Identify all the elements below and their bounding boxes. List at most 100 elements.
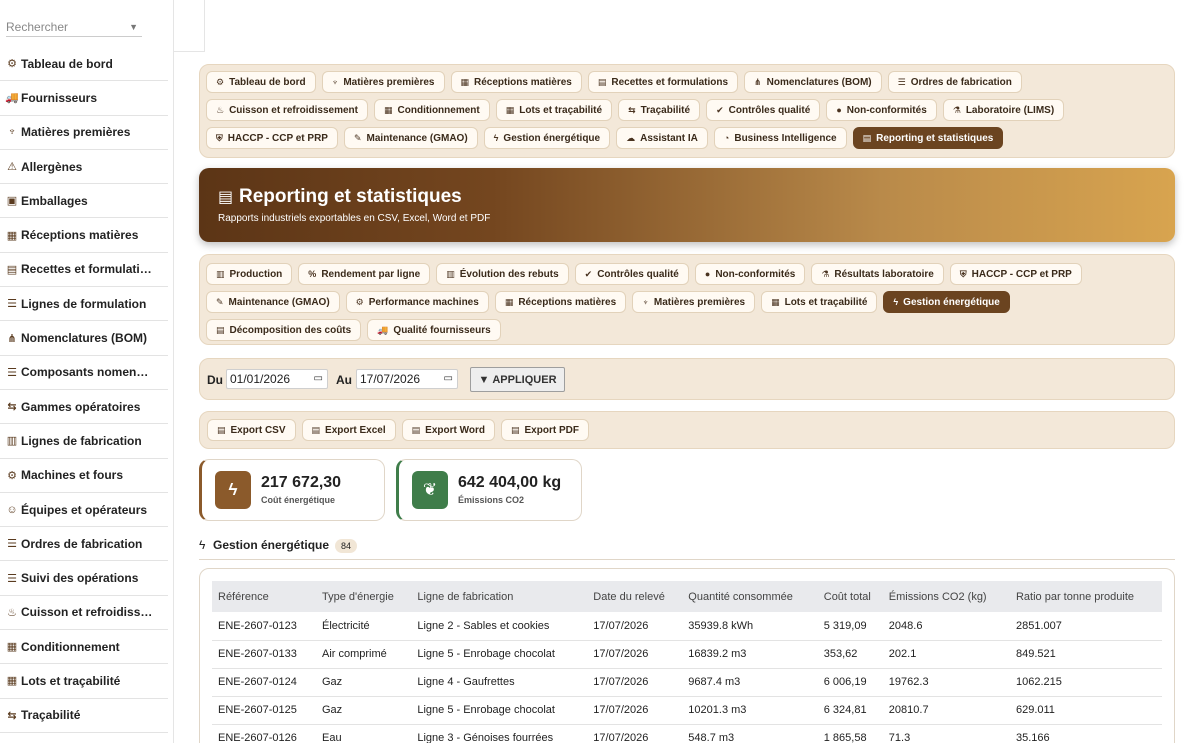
- sidebar-item[interactable]: ☰ Ordres de fabrication: [0, 527, 168, 562]
- module-tab[interactable]: ✎ Maintenance (GMAO): [343, 127, 478, 149]
- module-tab[interactable]: ⚗ Laboratoire (LIMS): [942, 99, 1065, 121]
- column-header[interactable]: Quantité consommée: [682, 581, 818, 612]
- column-header[interactable]: Coût total: [817, 581, 883, 612]
- sidebar-item[interactable]: 🚚 Fournisseurs: [0, 81, 168, 116]
- module-tab[interactable]: ▤ Recettes et formulations: [587, 71, 739, 93]
- report-tab-label: HACCP - CCP et PRP: [971, 268, 1072, 280]
- sidebar-item[interactable]: ⇆ Traçabilité: [0, 699, 168, 733]
- sidebar-item[interactable]: ☰ Lignes de formulation: [0, 287, 168, 322]
- sidebar-item[interactable]: ⇆ Gammes opératoires: [0, 390, 168, 425]
- module-tab[interactable]: ⛨ HACCP - CCP et PRP: [206, 127, 338, 149]
- column-header[interactable]: Référence: [212, 581, 316, 612]
- apply-filter-button[interactable]: ▼ APPLIQUER: [470, 367, 565, 392]
- report-icon: ▤: [218, 189, 234, 206]
- module-tab[interactable]: ⚙ Tableau de bord: [206, 71, 316, 93]
- sidebar-item[interactable]: ▥ Lignes de fabrication: [0, 424, 168, 459]
- kpi-card-energy-cost: ϟ 217 672,30 Coût énergétique: [199, 459, 385, 521]
- report-tab[interactable]: ♆ Matières premières: [632, 291, 756, 313]
- report-tab[interactable]: ● Non-conformités: [694, 263, 806, 285]
- column-header[interactable]: Émissions CO2 (kg): [882, 581, 1010, 612]
- export-button[interactable]: ▤ Export Word: [401, 419, 495, 441]
- table-row[interactable]: ENE-2607-0126 Eau Ligne 3 - Génoises fourr…: [212, 724, 1162, 743]
- column-header[interactable]: Ratio par tonne produite: [1009, 581, 1162, 612]
- sidebar-item-icon: ▦: [6, 229, 18, 242]
- module-tab[interactable]: ✔ Contrôles qualité: [706, 99, 821, 121]
- report-tab-label: Contrôles qualité: [597, 268, 679, 280]
- from-date-input[interactable]: 01/01/2026 ▭: [226, 369, 328, 389]
- sidebar-item[interactable]: ▦ Lots et traçabilité: [0, 664, 168, 699]
- report-tab[interactable]: ▥ Production: [206, 263, 293, 285]
- export-button-label: Export PDF: [524, 424, 579, 436]
- report-tab[interactable]: ⚙ Performance machines: [345, 291, 489, 313]
- to-date-input[interactable]: 17/07/2026 ▭: [356, 369, 458, 389]
- module-tab-label: Matières premières: [343, 76, 435, 88]
- column-header[interactable]: Type d'énergie: [316, 581, 412, 612]
- module-tab[interactable]: ◔ Business Intelligence: [713, 127, 847, 149]
- module-tab[interactable]: ϟ Gestion énergétique: [483, 127, 611, 149]
- sidebar-item[interactable]: ⚠ Allergènes: [0, 150, 168, 185]
- table-cell: Ligne 3 - Génoises fourrées: [411, 724, 588, 743]
- sidebar-item-label: Machines et fours: [21, 468, 124, 483]
- module-tab[interactable]: ▦ Réceptions matières: [450, 71, 582, 93]
- module-tab[interactable]: ● Non-conformités: [826, 99, 937, 121]
- module-tab[interactable]: ♨ Cuisson et refroidissement: [206, 99, 368, 121]
- report-tab[interactable]: ✔ Contrôles qualité: [574, 263, 689, 285]
- sidebar-item[interactable]: ⚙ Tableau de bord: [0, 47, 168, 82]
- sidebar-item[interactable]: ▤ Recettes et formulati…: [0, 253, 168, 288]
- sidebar-item[interactable]: ♆ Matières premières: [0, 116, 168, 150]
- calendar-icon[interactable]: ▭: [444, 370, 453, 388]
- chevron-down-icon[interactable]: ▼: [129, 17, 138, 37]
- table-cell: 17/07/2026: [587, 640, 683, 669]
- table-row[interactable]: ENE-2607-0133 Air comprimé Ligne 5 - Enrob…: [212, 640, 1162, 669]
- sidebar-item[interactable]: ▦ Conditionnement: [0, 630, 168, 665]
- sidebar-item-label: Lignes de fabrication: [21, 433, 142, 448]
- sidebar-item[interactable]: ▣ Emballages: [0, 184, 168, 219]
- sidebar-item[interactable]: ☰ Suivi des opérations: [0, 561, 168, 596]
- module-tab[interactable]: ▤ Reporting et statistiques: [852, 127, 1004, 149]
- module-nav-row: ⚙ Tableau de bord ♆ Matières premières ▦ Réce…: [206, 71, 1168, 149]
- report-tab[interactable]: % Rendement par ligne: [298, 263, 431, 285]
- module-tab-icon: ⚙: [216, 76, 225, 87]
- report-tab-label: Matières premières: [653, 296, 746, 308]
- module-tab-label: Assistant IA: [640, 132, 698, 144]
- sidebar-item-label: Lots et traçabilité: [21, 673, 121, 688]
- module-tab[interactable]: ♆ Matières premières: [321, 71, 445, 93]
- module-tab[interactable]: ▦ Conditionnement: [374, 99, 490, 121]
- column-header[interactable]: Ligne de fabrication: [411, 581, 588, 612]
- report-tab[interactable]: ▦ Lots et traçabilité: [761, 291, 878, 313]
- report-tab-icon: ●: [704, 269, 711, 279]
- calendar-icon[interactable]: ▭: [314, 370, 323, 388]
- report-tab[interactable]: ϟ Gestion énergétique: [883, 291, 1010, 313]
- report-nav-row: ▥ Production% Rendement par ligne ▥ Évolutio…: [206, 263, 1168, 341]
- module-tab[interactable]: ⋔ Nomenclatures (BOM): [744, 71, 882, 93]
- sidebar-item[interactable]: ♨ Cuisson et refroidiss…: [0, 596, 168, 631]
- sidebar-item-label: Composants nomen…: [21, 365, 149, 380]
- export-row: ▤ Export CSV ▤ Export Excel ▤ Export Word ▤ Exp…: [207, 419, 1167, 441]
- report-tab[interactable]: 🚚 Qualité fournisseurs: [367, 319, 501, 341]
- sidebar-item[interactable]: ⋔ Nomenclatures (BOM): [0, 321, 168, 356]
- report-tab[interactable]: ▦ Réceptions matières: [494, 291, 627, 313]
- report-tab[interactable]: ⚗ Résultats laboratoire: [811, 263, 944, 285]
- module-tab[interactable]: ⇆ Traçabilité: [618, 99, 701, 121]
- table-row[interactable]: ENE-2607-0123 Électricité Ligne 2 - Sables…: [212, 612, 1162, 641]
- report-tab[interactable]: ▥ Évolution des rebuts: [436, 263, 569, 285]
- sidebar-search-input[interactable]: Rechercher ▼: [6, 17, 142, 37]
- column-header[interactable]: Date du relevé: [587, 581, 683, 612]
- export-button[interactable]: ▤ Export CSV: [207, 419, 296, 441]
- module-tab[interactable]: ▦ Lots et traçabilité: [495, 99, 613, 121]
- sidebar-item[interactable]: ☰ Composants nomen…: [0, 356, 168, 390]
- export-button[interactable]: ▤ Export PDF: [500, 419, 589, 441]
- module-tab[interactable]: ☁ Assistant IA: [616, 127, 708, 149]
- table-row[interactable]: ENE-2607-0124 Gaz Ligne 4 - Gaufrettes 17/0…: [212, 668, 1162, 697]
- report-tab[interactable]: ▤ Décomposition des coûts: [206, 319, 362, 341]
- table-row[interactable]: ENE-2607-0125 Gaz Ligne 5 - Enrobage choco…: [212, 696, 1162, 725]
- module-tab[interactable]: ☰ Ordres de fabrication: [887, 71, 1022, 93]
- export-button[interactable]: ▤ Export Excel: [301, 419, 396, 441]
- report-tab[interactable]: ⛨ HACCP - CCP et PRP: [949, 263, 1082, 285]
- table-cell: ENE-2607-0124: [212, 668, 316, 697]
- report-tab[interactable]: ✎ Maintenance (GMAO): [206, 291, 340, 313]
- sidebar-item[interactable]: ⚙ Machines et fours: [0, 459, 168, 493]
- sidebar-item[interactable]: ▦ Réceptions matières: [0, 218, 168, 253]
- module-tab-icon: ●: [836, 105, 842, 115]
- sidebar-item[interactable]: ☺ Équipes et opérateurs: [0, 493, 168, 528]
